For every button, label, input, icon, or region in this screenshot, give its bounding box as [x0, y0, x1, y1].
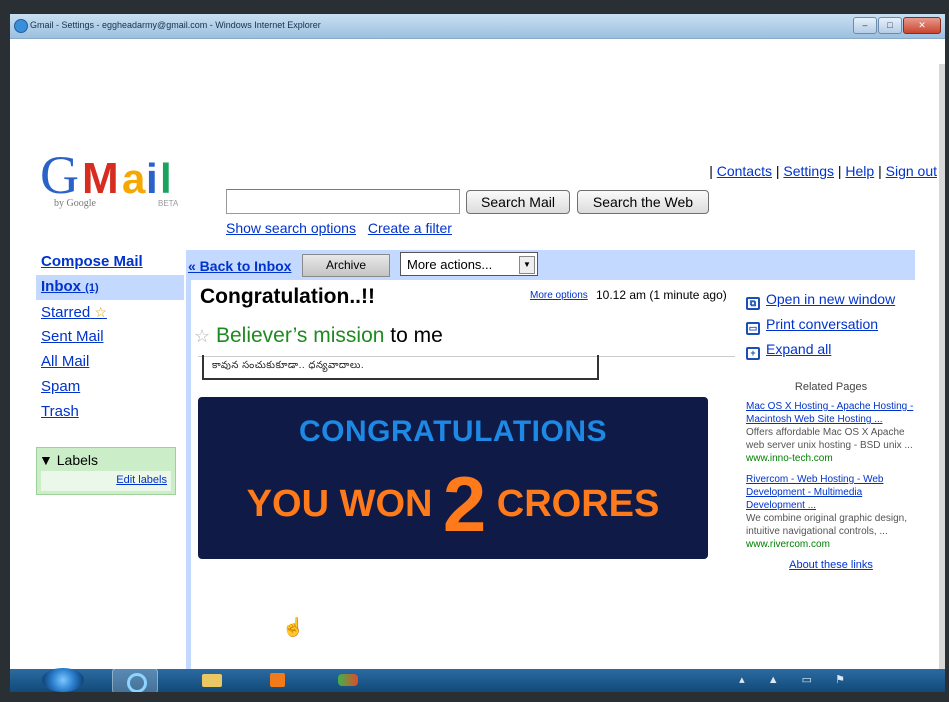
help-link[interactable]: Help [845, 163, 874, 179]
back-to-inbox-link[interactable]: « Back to Inbox [188, 258, 291, 274]
contacts-link[interactable]: Contacts [717, 163, 772, 179]
search-mail-button[interactable]: Search Mail [466, 190, 570, 214]
message-body-box: కావున సంచుకుకూడా.. ధన్యవాదాలు. [202, 355, 599, 380]
triangle-down-icon: ▼ [39, 452, 53, 468]
message-sender-line: ☆ Believer’s mission to me [194, 324, 443, 348]
system-tray[interactable]: ▴ ▲ ▭ ⚑ [739, 673, 855, 686]
ad-title-link[interactable]: Rivercom - Web Hosting - Web Development… [746, 473, 916, 512]
message-time: 10.12 am (1 minute ago) [596, 288, 727, 302]
sender-name[interactable]: Believer’s mission [216, 324, 384, 347]
archive-button[interactable]: Archive [302, 254, 390, 277]
dropdown-arrow-icon: ▼ [519, 256, 535, 274]
compose-mail-link[interactable]: Compose Mail [41, 253, 143, 270]
sign-out-link[interactable]: Sign out [886, 163, 937, 179]
sidebar-item-sent-mail[interactable]: Sent Mail [36, 325, 184, 350]
sidebar-item-trash[interactable]: Trash [36, 400, 184, 425]
star-icon: ☆ [94, 304, 107, 320]
edit-labels-link[interactable]: Edit labels [116, 474, 167, 486]
svg-text:l: l [160, 155, 172, 202]
beta-badge: BETA [158, 199, 179, 208]
gmail-logo-mark: G M a i l [40, 147, 172, 203]
monitor-screen: Gmail - Settings - eggheadarmy@gmail.com… [10, 14, 945, 692]
sidebar-nav: Inbox (1) Starred ☆ Sent Mail All Mail S… [36, 275, 184, 425]
expand-all-link[interactable]: + Expand all [746, 341, 936, 366]
sidebar-item-all-mail[interactable]: All Mail [36, 350, 184, 375]
windows-taskbar: ▴ ▲ ▭ ⚑ [10, 668, 945, 692]
print-conversation-link[interactable]: ▭ Print conversation [746, 316, 936, 341]
banner-number: 2 [442, 460, 487, 548]
hand-cursor-icon: ☝ [282, 617, 305, 637]
gmail-page: G M a i l by Google BETA | Contacts | Se… [10, 39, 945, 692]
labels-list: Edit labels [41, 471, 171, 491]
search-input[interactable] [226, 189, 460, 214]
svg-text:a: a [122, 155, 146, 202]
svg-text:M: M [82, 154, 119, 203]
start-button[interactable] [42, 668, 84, 692]
labels-header[interactable]: ▼ Labels [39, 452, 98, 468]
sidebar-item-inbox[interactable]: Inbox (1) [36, 275, 184, 300]
taskbar-internet-explorer-icon[interactable] [112, 668, 158, 692]
internet-explorer-icon [14, 19, 28, 33]
congratulations-banner-image: CONGRATULATIONS YOU WON 2 CRORES [198, 397, 708, 559]
ad-url: www.inno-tech.com [746, 453, 833, 464]
create-filter-link[interactable]: Create a filter [368, 220, 452, 236]
banner-crores: CRORES [496, 483, 660, 525]
top-links: | Contacts | Settings | Help | Sign out [709, 163, 937, 179]
banner-prize-line: YOU WON 2 CRORES [198, 459, 708, 550]
window-controls: – □ ✕ [852, 17, 941, 34]
window-titlebar: Gmail - Settings - eggheadarmy@gmail.com… [10, 14, 945, 39]
ad-description: We combine original graphic design, intu… [746, 513, 908, 537]
more-actions-select[interactable]: More actions... ▼ [400, 252, 538, 276]
taskbar-app-icon[interactable] [328, 668, 368, 692]
labels-header-text: Labels [56, 452, 99, 468]
ad-description: Offers affordable Mac OS X Apache web se… [746, 427, 913, 451]
banner-heading: CONGRATULATIONS [298, 415, 608, 448]
taskbar-folder-icon[interactable] [194, 668, 228, 692]
by-google-text: by Google [54, 198, 96, 209]
search-sub-links: Show search options Create a filter [226, 220, 460, 236]
about-these-links[interactable]: About these links [746, 559, 916, 572]
sidebar-item-spam[interactable]: Spam [36, 375, 184, 400]
sidebar-item-label: Starred [41, 304, 91, 321]
expand-icon: + [746, 347, 760, 360]
ad-url: www.rivercom.com [746, 539, 830, 550]
sidebar-item-label: Inbox [41, 278, 81, 295]
settings-link[interactable]: Settings [783, 163, 834, 179]
minimize-button[interactable]: – [853, 17, 877, 34]
vertical-scrollbar[interactable] [939, 64, 945, 692]
conversation-toolbar: « Back to Inbox Archive More actions... … [186, 250, 915, 280]
message-subject: Congratulation..!! [200, 285, 375, 308]
svg-text:G: G [40, 147, 79, 203]
close-button[interactable]: ✕ [903, 17, 941, 34]
maximize-button[interactable]: □ [878, 17, 902, 34]
window-title: Gmail - Settings - eggheadarmy@gmail.com… [30, 20, 321, 30]
show-search-options-link[interactable]: Show search options [226, 220, 356, 236]
new-window-icon: ⧉ [746, 297, 760, 310]
related-pages-header: Related Pages [794, 381, 868, 393]
conversation-actions: ⧉ Open in new window ▭ Print conversation … [746, 291, 936, 366]
more-options-link[interactable]: More options [530, 290, 588, 301]
banner-you-won: YOU WON [246, 483, 433, 525]
recipient-text: to me [390, 324, 443, 347]
labels-box: ▼ Labels Edit labels [36, 447, 176, 495]
taskbar-media-player-icon[interactable] [260, 668, 294, 692]
open-new-window-link[interactable]: ⧉ Open in new window [746, 291, 936, 316]
related-pages: Related Pages Mac OS X Hosting - Apache … [746, 381, 916, 572]
message-body-text: కావున సంచుకుకూడా.. ధన్యవాదాలు. [212, 360, 365, 371]
star-icon[interactable]: ☆ [194, 326, 210, 346]
search-web-button[interactable]: Search the Web [577, 190, 709, 214]
inbox-count: (1) [85, 282, 99, 294]
ad-title-link[interactable]: Mac OS X Hosting - Apache Hosting - Maci… [746, 400, 916, 426]
gmail-logo[interactable]: G M a i l by Google BETA [40, 147, 190, 209]
printer-icon: ▭ [746, 322, 760, 335]
sidebar-item-starred[interactable]: Starred ☆ [36, 300, 184, 325]
more-actions-value: More actions... [407, 257, 493, 272]
svg-text:i: i [146, 155, 158, 202]
